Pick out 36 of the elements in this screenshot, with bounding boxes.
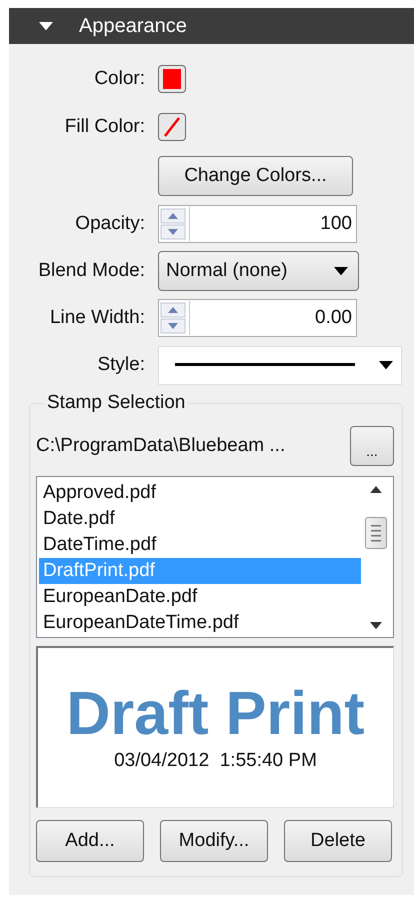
color-swatch[interactable] [158,65,186,93]
dropdown-arrow-icon [334,266,348,276]
stamp-action-button[interactable]: Add... [36,820,144,862]
stamp-list-item[interactable]: DateTime.pdf [39,532,361,558]
field-label: Opacity: [74,213,145,235]
color-swatch[interactable] [158,113,186,141]
section-title: Appearance [79,14,187,38]
stamp-action-button[interactable]: Delete [284,820,392,862]
stamp-list-item[interactable]: EuropeanDateTime.pdf [39,610,361,636]
scroll-down-icon [370,622,382,629]
line-style-dropdown[interactable] [158,346,402,384]
spinner-arrows[interactable] [159,207,190,241]
stamp-date: 03/04/2012 1:55:40 PM [114,750,317,772]
folder-path: C:\ProgramData\Bluebeam ... [36,435,286,457]
spinner-arrows[interactable] [159,301,190,335]
collapse-triangle-icon [39,22,53,30]
browse-button[interactable]: ... [350,426,394,466]
stamp-action-button[interactable]: Modify... [160,820,268,862]
scrollbar-thumb[interactable] [365,517,387,550]
field-label: Blend Mode: [37,260,145,282]
field-label: Color: [93,68,145,90]
section-header[interactable]: Appearance [9,8,414,44]
scroll-up-icon[interactable] [370,486,382,493]
change-colors-button[interactable]: Change Colors... [158,156,353,196]
stamp-list-item[interactable]: EuropeanDate.pdf [39,584,361,610]
group-title: Stamp Selection [44,392,188,414]
dropdown-arrow-icon [379,360,393,370]
stamp-list-item[interactable]: Approved.pdf [39,480,361,506]
field-label: Fill Color: [64,116,145,138]
stamp-list-item[interactable]: Date.pdf [39,506,361,532]
field-label: Style: [96,354,145,376]
blend-mode-dropdown[interactable]: Normal (none) [158,251,359,291]
opacity-field[interactable]: 100 [158,205,357,243]
stamp-title: Draft Print [66,683,365,744]
field-label: Line Width: [48,307,145,329]
line-width-field[interactable]: 0.00 [158,299,357,337]
